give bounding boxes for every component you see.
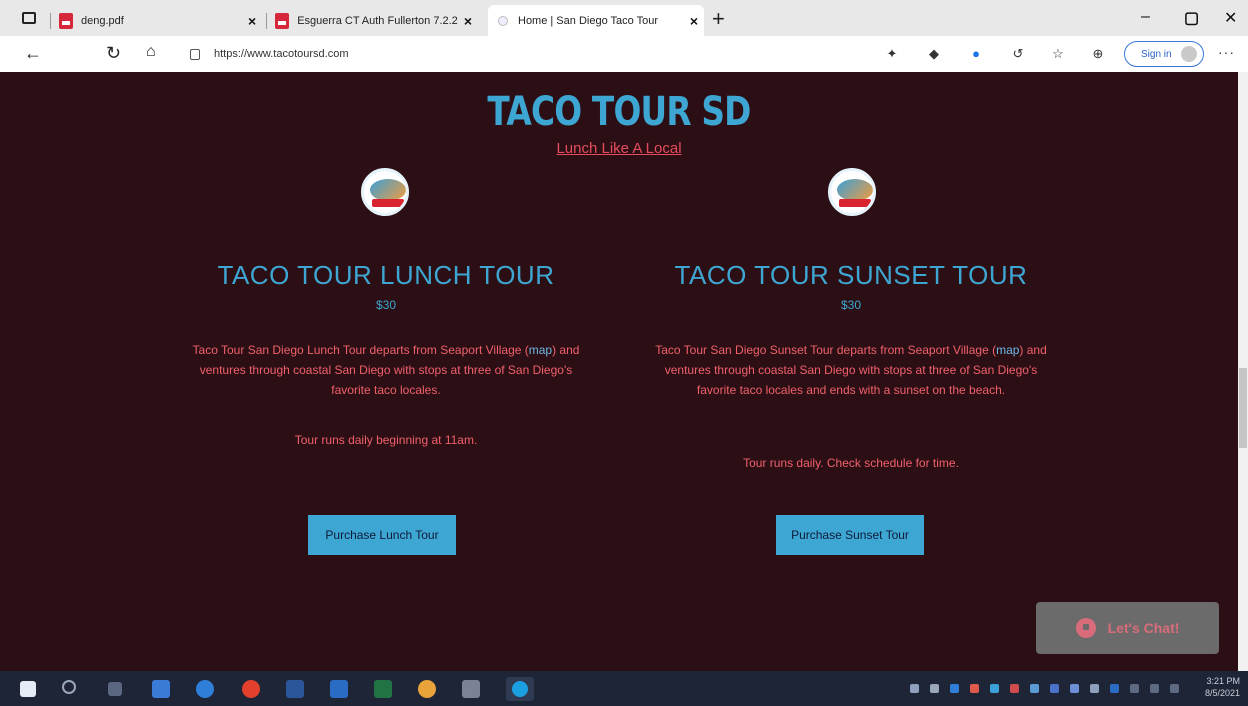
taco-tour-logo xyxy=(828,168,876,216)
tray-icon[interactable] xyxy=(1050,684,1059,693)
clock-time: 3:21 PM xyxy=(1206,676,1240,686)
pdf-icon xyxy=(59,12,73,29)
home-icon[interactable]: ⌂ xyxy=(146,43,156,61)
url-field[interactable]: https://www.tacotoursd.com xyxy=(190,42,349,66)
close-icon[interactable]: × xyxy=(248,13,256,29)
tab-label: Home | San Diego Taco Tour xyxy=(518,14,659,27)
collections-icon[interactable]: ⊕ xyxy=(1090,46,1106,62)
tray-icon[interactable] xyxy=(990,684,999,693)
lock-icon xyxy=(190,48,200,60)
word-icon[interactable] xyxy=(286,680,304,698)
tab-deng-pdf[interactable]: deng.pdf xyxy=(50,5,280,36)
address-bar: ← ↻ ⌂ https://www.tacotoursd.com ✦ ◆ ● ↺… xyxy=(0,36,1248,72)
favorites-icon[interactable]: ☆ xyxy=(1050,46,1066,62)
tagline-link[interactable]: Lunch Like A Local xyxy=(0,140,1238,157)
purchase-sunset-tour-button[interactable]: Purchase Sunset Tour xyxy=(776,515,924,555)
lunch-tour-title: TACO TOUR LUNCH TOUR xyxy=(217,260,555,290)
file-explorer-icon[interactable] xyxy=(152,680,170,698)
site-favicon-icon xyxy=(498,15,508,26)
extension-icon[interactable]: ◆ xyxy=(926,46,942,62)
start-icon[interactable] xyxy=(20,681,36,697)
tab-separator xyxy=(50,12,51,29)
page-scrollbar[interactable] xyxy=(1238,72,1248,671)
clock-date: 8/5/2021 xyxy=(1204,688,1240,698)
tab-label: Esguerra CT Auth Fullerton 7.2.2 xyxy=(297,14,458,27)
refresh-extension-icon[interactable]: ↺ xyxy=(1010,46,1026,62)
tray-icon[interactable] xyxy=(970,684,979,693)
chat-bubble-icon xyxy=(1075,618,1096,638)
tray-icon[interactable] xyxy=(1110,684,1119,693)
pdf-icon xyxy=(275,12,290,29)
sign-in-button[interactable]: Sign in xyxy=(1124,41,1204,67)
purchase-lunch-tour-button[interactable]: Purchase Lunch Tour xyxy=(308,515,456,555)
screen: deng.pdf × Esguerra CT Auth Fullerton 7.… xyxy=(0,0,1248,706)
chrome-icon[interactable] xyxy=(418,680,436,698)
read-aloud-icon[interactable]: ✦ xyxy=(884,46,900,62)
tray-icon[interactable] xyxy=(910,684,919,693)
extension-blue-icon[interactable]: ● xyxy=(968,46,984,62)
chat-label: Let's Chat! xyxy=(1107,620,1180,636)
lunch-tour-price: $30 xyxy=(375,298,397,312)
sunset-tour-description: Taco Tour San Diego Sunset Tour departs … xyxy=(655,343,1047,397)
window-close-icon[interactable]: ✕ xyxy=(1224,8,1237,28)
task-view-icon[interactable] xyxy=(108,682,122,696)
tray-icon[interactable] xyxy=(1070,684,1079,693)
taco-tour-logo xyxy=(361,168,409,216)
tray-icon[interactable] xyxy=(1030,684,1039,693)
tab-strip: deng.pdf × Esguerra CT Auth Fullerton 7.… xyxy=(0,0,1248,36)
battery-icon[interactable] xyxy=(1170,684,1179,693)
tray-icon[interactable] xyxy=(1090,684,1099,693)
volume-icon[interactable] xyxy=(1150,684,1159,693)
search-icon[interactable] xyxy=(62,680,76,694)
outlook-icon[interactable] xyxy=(330,680,348,698)
map-link[interactable]: map xyxy=(529,343,552,357)
refresh-icon[interactable]: ↻ xyxy=(106,43,121,64)
site-title: TACO TOUR SD xyxy=(487,89,751,135)
system-clock[interactable]: 3:21 PM 8/5/2021 xyxy=(1196,675,1240,699)
tab-esguerra[interactable]: × Esguerra CT Auth Fullerton 7.2.2 × xyxy=(248,5,478,36)
sunset-tour-title: TACO TOUR SUNSET TOUR xyxy=(674,260,1028,290)
new-tab-icon[interactable]: + xyxy=(712,6,725,32)
close-icon[interactable]: × xyxy=(464,13,472,29)
excel-icon[interactable] xyxy=(374,680,392,698)
minimize-icon[interactable]: – xyxy=(1141,8,1150,26)
chrome-app-icon[interactable] xyxy=(242,680,260,698)
sign-in-label: Sign in xyxy=(1141,48,1172,60)
more-menu-icon[interactable]: ··· xyxy=(1218,44,1235,60)
tray-icon[interactable] xyxy=(1010,684,1019,693)
sunset-tour-price: $30 xyxy=(840,298,862,312)
lunch-tour-description: Taco Tour San Diego Lunch Tour departs f… xyxy=(192,343,580,397)
tab-label: deng.pdf xyxy=(81,14,124,27)
lunch-tour-schedule: Tour runs daily beginning at 11am. xyxy=(294,433,478,447)
internet-explorer-icon[interactable] xyxy=(196,680,214,698)
tray-icon[interactable] xyxy=(950,684,959,693)
url-text: https://www.tacotoursd.com xyxy=(214,48,349,60)
avatar-icon xyxy=(1181,46,1197,62)
scrollbar-thumb[interactable] xyxy=(1239,368,1247,448)
tab-actions-icon[interactable] xyxy=(22,12,36,24)
tray-icon[interactable] xyxy=(930,684,939,693)
close-icon[interactable]: × xyxy=(690,13,698,29)
app-icon[interactable] xyxy=(462,680,480,698)
restore-icon[interactable]: ▢ xyxy=(1184,8,1199,28)
map-link[interactable]: map xyxy=(996,343,1019,357)
wifi-icon[interactable] xyxy=(1130,684,1139,693)
edge-icon[interactable] xyxy=(506,677,534,701)
tab-home-taco-tour[interactable]: Home | San Diego Taco Tour × xyxy=(488,5,704,36)
sunset-tour-schedule: Tour runs daily. Check schedule for time… xyxy=(743,456,959,470)
windows-taskbar: 3:21 PM 8/5/2021 xyxy=(0,671,1248,706)
lets-chat-button[interactable]: Let's Chat! xyxy=(1036,602,1219,654)
tab-separator xyxy=(266,12,268,29)
page-content: TACO TOUR SD Lunch Like A Local TACO TOU… xyxy=(0,72,1238,671)
back-icon[interactable]: ← xyxy=(24,43,42,64)
